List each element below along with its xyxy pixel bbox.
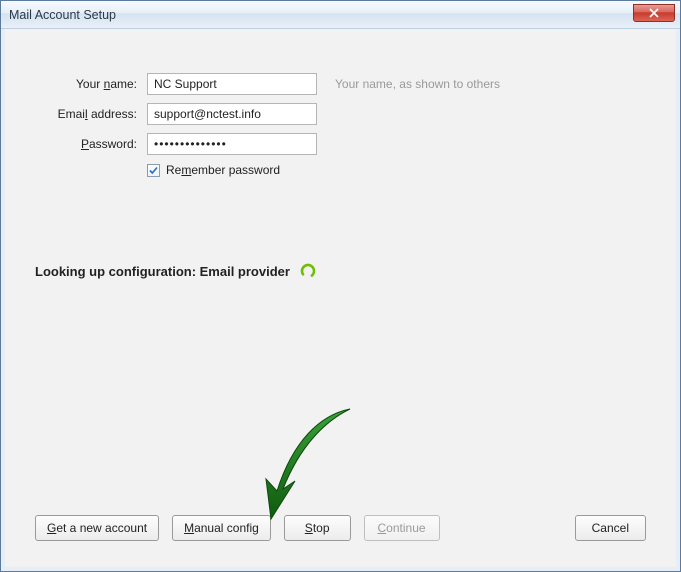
password-label: Password: [35, 137, 147, 151]
window-title: Mail Account Setup [9, 8, 116, 22]
cancel-button[interactable]: Cancel [575, 515, 646, 541]
stop-button[interactable]: Stop [284, 515, 351, 541]
account-form: Your name: Your name, as shown to others… [35, 73, 646, 177]
row-email: Email address: [35, 103, 646, 125]
button-bar: Get a new account Manual config Stop Con… [35, 515, 646, 541]
dialog-window: Mail Account Setup Your name: Your name,… [0, 0, 681, 572]
get-new-account-button[interactable]: Get a new account [35, 515, 159, 541]
your-name-label: Your name: [35, 77, 147, 91]
remember-password-label[interactable]: Remember password [166, 163, 280, 177]
status-area: Looking up configuration: Email provider [35, 263, 646, 279]
titlebar: Mail Account Setup [1, 1, 680, 29]
remember-password-checkbox[interactable] [147, 164, 160, 177]
row-your-name: Your name: Your name, as shown to others [35, 73, 646, 95]
status-text: Looking up configuration: Email provider [35, 264, 290, 279]
checkmark-icon [148, 165, 159, 176]
dialog-client-area: Your name: Your name, as shown to others… [1, 29, 680, 571]
spinner-icon [300, 263, 316, 279]
row-remember: Remember password [147, 163, 646, 177]
password-input[interactable] [147, 133, 317, 155]
manual-config-button[interactable]: Manual config [172, 515, 271, 541]
email-label: Email address: [35, 107, 147, 121]
close-button[interactable] [633, 4, 675, 22]
your-name-input[interactable] [147, 73, 317, 95]
your-name-hint: Your name, as shown to others [335, 77, 500, 91]
continue-button: Continue [364, 515, 440, 541]
row-password: Password: [35, 133, 646, 155]
email-input[interactable] [147, 103, 317, 125]
close-icon [648, 8, 660, 18]
annotation-arrow-icon [255, 401, 365, 531]
